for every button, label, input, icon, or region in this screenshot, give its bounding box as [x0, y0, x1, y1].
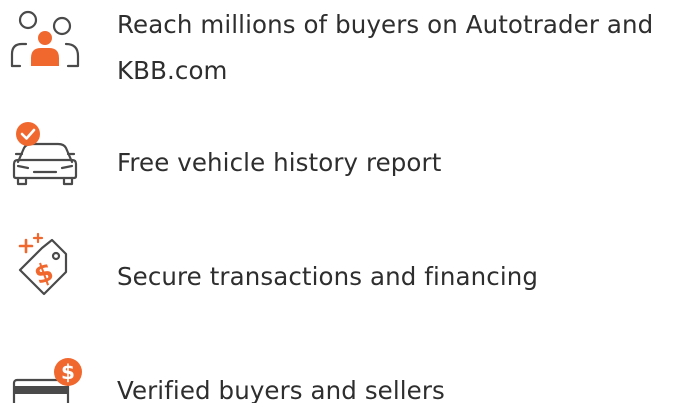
dollar-tag-icon: $ [6, 232, 84, 302]
buyers-group-icon [6, 6, 84, 76]
svg-text:$: $ [30, 257, 57, 291]
feature-text: Verified buyers and sellers [117, 368, 445, 403]
feature-text: Reach millions of buyers on Autotrader a… [117, 2, 653, 94]
feature-list: Reach millions of buyers on Autotrader a… [0, 0, 684, 403]
feature-text-line-1: Verified buyers and sellers [117, 376, 445, 403]
car-check-icon [6, 118, 84, 188]
feature-text: Secure transactions and financing [117, 254, 538, 300]
feature-text-line-1: Secure transactions and financing [117, 262, 539, 291]
feature-text-line-1: Free vehicle history report [117, 148, 442, 177]
feature-text-line-2: KBB.com [117, 56, 228, 85]
feature-text: Free vehicle history report [117, 140, 441, 186]
card-dollar-icon: $ [6, 354, 84, 403]
svg-text:$: $ [61, 360, 75, 384]
feature-text-line-1: Reach millions of buyers on Autotrader a… [117, 10, 654, 39]
